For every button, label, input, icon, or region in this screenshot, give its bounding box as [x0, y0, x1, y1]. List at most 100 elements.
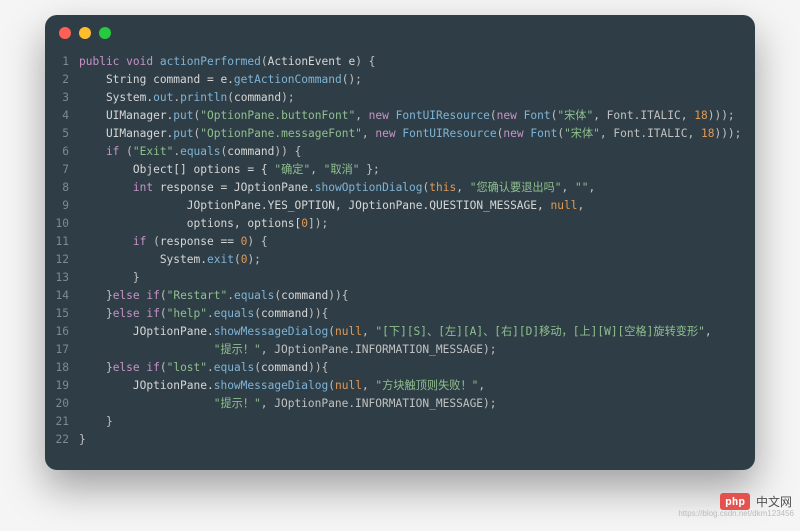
- line-number: 20: [45, 395, 79, 413]
- token-kw: else if: [113, 307, 160, 320]
- token-id: UIManager.: [79, 127, 173, 140]
- token-pun: }: [79, 415, 113, 428]
- token-str: "help": [167, 307, 207, 320]
- token-str: "Exit": [133, 145, 173, 158]
- token-kw: else if: [113, 361, 160, 374]
- token-pun: .: [207, 307, 214, 320]
- watermark-text: 中文网: [756, 493, 792, 510]
- token-pun: )) {: [274, 145, 301, 158]
- code-line: 17 "提示！", JOptionPane.INFORMATION_MESSAG…: [45, 341, 755, 359]
- token-pun: };: [360, 163, 380, 176]
- code-line: 18 }else if("lost".equals(command)){: [45, 359, 755, 377]
- token-id: String command = e.: [79, 73, 234, 86]
- token-pun: , JOptionPane.INFORMATION_MESSAGE);: [261, 343, 497, 356]
- token-kw: if: [79, 145, 126, 158]
- token-num: 18: [701, 127, 714, 140]
- line-number: 8: [45, 179, 79, 197]
- code-window: 1public void actionPerformed(ActionEvent…: [45, 15, 755, 470]
- line-source: JOptionPane.YES_OPTION, JOptionPane.QUES…: [79, 197, 584, 215]
- token-mth: showMessageDialog: [214, 379, 329, 392]
- token-pun: (: [126, 145, 133, 158]
- token-id: JOptionPane.YES_OPTION, JOptionPane.QUES…: [79, 199, 550, 212]
- line-number: 10: [45, 215, 79, 233]
- token-str: "Restart": [167, 289, 228, 302]
- code-line: 10 options, options[0]);: [45, 215, 755, 233]
- token-pun: )){: [308, 307, 328, 320]
- token-pun: ,: [562, 181, 575, 194]
- code-block: 1public void actionPerformed(ActionEvent…: [45, 49, 755, 459]
- code-line: 22}: [45, 431, 755, 449]
- code-line: 14 }else if("Restart".equals(command)){: [45, 287, 755, 305]
- token-pun: ,: [577, 199, 584, 212]
- token-mth: out: [153, 91, 173, 104]
- token-str: "提示！": [214, 397, 261, 410]
- token-id: command: [281, 289, 328, 302]
- token-id: ActionEvent e: [268, 55, 356, 68]
- token-kw: else if: [113, 289, 160, 302]
- line-source: }: [79, 431, 86, 449]
- token-str: "您确认要退出吗": [470, 181, 562, 194]
- line-number: 1: [45, 53, 79, 71]
- token-pun: (: [328, 379, 335, 392]
- code-line: 16 JOptionPane.showMessageDialog(null, "…: [45, 323, 755, 341]
- token-pun: ,: [362, 379, 375, 392]
- token-id: System.: [79, 91, 153, 104]
- close-icon[interactable]: [59, 27, 71, 39]
- token-pun: ) {: [355, 55, 375, 68]
- line-number: 19: [45, 377, 79, 395]
- line-source: }else if("Restart".equals(command)){: [79, 287, 349, 305]
- token-nul: null: [550, 199, 577, 212]
- watermark-logo: php: [720, 493, 750, 510]
- token-mth: showOptionDialog: [315, 181, 423, 194]
- token-str: "取消": [324, 163, 360, 176]
- token-kw: new: [497, 109, 524, 122]
- line-source: options, options[0]);: [79, 215, 328, 233]
- token-str: "[下][S]、[左][A]、[右][D]移动，[上][W][空格]旋转变形": [375, 325, 704, 338]
- token-mth: equals: [214, 361, 254, 374]
- line-source: public void actionPerformed(ActionEvent …: [79, 53, 375, 71]
- minimize-icon[interactable]: [79, 27, 91, 39]
- token-kw: void: [126, 55, 160, 68]
- token-pun: (: [234, 253, 241, 266]
- watermark-url: https://blog.csdn.net/dkm123456: [678, 509, 794, 518]
- token-id: response = JOptionPane.: [160, 181, 315, 194]
- code-line: 8 int response = JOptionPane.showOptionD…: [45, 179, 755, 197]
- line-number: 15: [45, 305, 79, 323]
- window-titlebar: [45, 15, 755, 49]
- code-line: 20 "提示！", JOptionPane.INFORMATION_MESSAG…: [45, 395, 755, 413]
- maximize-icon[interactable]: [99, 27, 111, 39]
- token-pun: ,: [362, 127, 375, 140]
- token-pun: .: [207, 361, 214, 374]
- token-mth: equals: [180, 145, 220, 158]
- token-kw: new: [503, 127, 530, 140]
- token-nul: null: [335, 325, 362, 338]
- token-pun: )));: [708, 109, 735, 122]
- token-num: 18: [694, 109, 707, 122]
- line-number: 3: [45, 89, 79, 107]
- token-pun: , JOptionPane.INFORMATION_MESSAGE);: [261, 397, 497, 410]
- token-id: Object[] options = {: [79, 163, 274, 176]
- token-kw: new: [369, 109, 396, 122]
- token-mth: println: [180, 91, 227, 104]
- line-number: 9: [45, 197, 79, 215]
- code-line: 11 if (response == 0) {: [45, 233, 755, 251]
- token-pun: ,: [310, 163, 323, 176]
- token-id: command: [234, 91, 281, 104]
- line-source: if ("Exit".equals(command)) {: [79, 143, 301, 161]
- token-str: "方块触顶则失败！": [375, 379, 478, 392]
- token-pun: );: [281, 91, 294, 104]
- line-source: System.exit(0);: [79, 251, 261, 269]
- code-line: 6 if ("Exit".equals(command)) {: [45, 143, 755, 161]
- token-mth: equals: [234, 289, 274, 302]
- token-kw: if: [79, 235, 153, 248]
- line-number: 18: [45, 359, 79, 377]
- token-str: "": [575, 181, 588, 194]
- token-mth: getActionCommand: [234, 73, 342, 86]
- token-pun: }: [79, 433, 86, 446]
- code-line: 12 System.exit(0);: [45, 251, 755, 269]
- line-source: JOptionPane.showMessageDialog(null, "[下]…: [79, 323, 712, 341]
- token-pun: ]);: [308, 217, 328, 230]
- line-number: 7: [45, 161, 79, 179]
- token-pun: (: [160, 361, 167, 374]
- token-pun: ,: [588, 181, 595, 194]
